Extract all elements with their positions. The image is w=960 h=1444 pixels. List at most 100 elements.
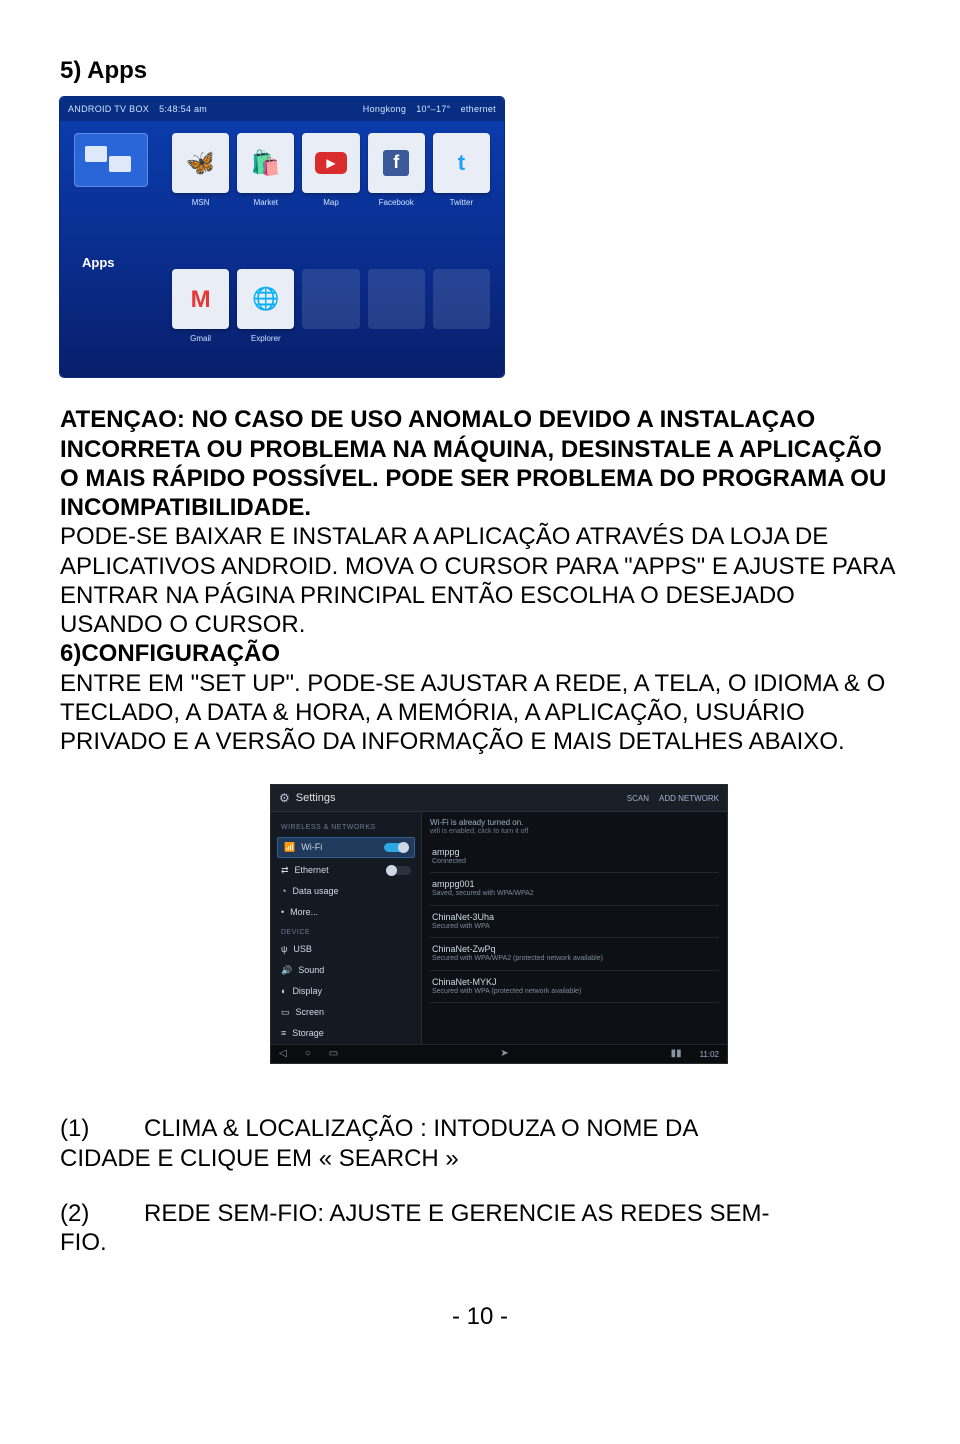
settings-item-label: Wi-Fi bbox=[301, 842, 322, 853]
more-icon: • bbox=[281, 907, 284, 918]
tile-caption: Market bbox=[237, 198, 294, 208]
add-network-button-label: ADD NETWORK bbox=[659, 794, 719, 804]
network-name: ChinaNet-MYKJ bbox=[432, 977, 717, 988]
shopping-bag-icon: 🛍️ bbox=[251, 149, 281, 178]
apps-location: Hongkong bbox=[363, 104, 406, 115]
butterfly-icon: 🦋 bbox=[183, 146, 218, 180]
wifi-network-item: ChinaNet-3UhaSecured with WPA bbox=[430, 906, 719, 939]
tile-caption: Twitter bbox=[433, 198, 490, 208]
section-heading: 5) Apps bbox=[60, 56, 900, 85]
app-tile: 🛍️Market bbox=[237, 133, 294, 193]
numbered-item-2: (2) REDE SEM-FIO: AJUSTE E GERENCIE AS R… bbox=[60, 1199, 900, 1228]
group-wireless: WIRELESS & NETWORKS bbox=[271, 818, 421, 835]
tile-caption: MSN bbox=[172, 198, 229, 208]
numbered-item-1: (1) CLIMA & LOCALIZAÇÃO : INTODUZA O NOM… bbox=[60, 1114, 900, 1143]
item2-text-start: REDE SEM-FIO: AJUSTE E GERENCIE AS REDES… bbox=[144, 1199, 900, 1228]
app-tile: 🌐Explorer bbox=[237, 269, 294, 329]
app-tile: MGmail bbox=[172, 269, 229, 329]
cursor-icon: ➤ bbox=[500, 1048, 508, 1060]
wifi-note-line1: Wi-Fi is already turned on. bbox=[430, 818, 523, 827]
config-paragraph: ENTRE EM "SET UP". PODE-SE AJUSTAR A RED… bbox=[60, 669, 900, 757]
settings-topbar: ⚙ Settings SCAN ADD NETWORK bbox=[271, 785, 727, 812]
network-detail: Secured with WPA (protected network avai… bbox=[432, 988, 717, 997]
sound-icon: 🔊 bbox=[281, 965, 292, 976]
group-device: DEVICE bbox=[271, 923, 421, 940]
app-tile: tTwitter bbox=[433, 133, 490, 193]
twitter-icon: t bbox=[458, 150, 465, 177]
app-tile bbox=[368, 269, 425, 329]
settings-item: ▭ Screen bbox=[271, 1002, 421, 1023]
settings-detail-panel: Wi-Fi is already turned on. wifi is enab… bbox=[422, 812, 727, 1046]
toggle-switch bbox=[384, 843, 408, 852]
settings-title: Settings bbox=[296, 792, 336, 805]
tile-caption: Explorer bbox=[237, 334, 294, 344]
config-heading: 6)CONFIGURAÇÃO bbox=[60, 639, 900, 668]
apps-brand: ANDROID TV BOX bbox=[68, 104, 149, 115]
apps-time: 5:48:54 am bbox=[159, 104, 207, 115]
settings-item: 🔊 Sound bbox=[271, 960, 421, 981]
usb-icon: ψ bbox=[281, 944, 287, 955]
settings-item: ◐Display bbox=[271, 981, 421, 1002]
wifi-network-item: amppgConnected bbox=[430, 841, 719, 874]
settings-item-label: Storage bbox=[292, 1028, 324, 1039]
network-name: amppg bbox=[432, 847, 717, 858]
page-number: - 10 - bbox=[60, 1302, 900, 1331]
settings-item: ◔ Data usage bbox=[271, 881, 421, 902]
app-tile: ▶Map bbox=[302, 133, 359, 193]
apps-grid: 🦋MSN🛍️Market▶MapfFacebooktTwitterMGmail🌐… bbox=[172, 133, 490, 329]
wifi-icon: 📶 bbox=[284, 842, 295, 853]
instructions-block: PODE-SE BAIXAR E INSTALAR A APLICAÇÃO AT… bbox=[60, 522, 900, 756]
network-name: ChinaNet-ZwPq bbox=[432, 944, 717, 955]
settings-item-label: Data usage bbox=[292, 886, 338, 897]
settings-item: ⇄ Ethernet bbox=[271, 860, 421, 881]
network-detail: Secured with WPA/WPA2 (protected network… bbox=[432, 955, 717, 964]
network-name: ChinaNet-3Uha bbox=[432, 912, 717, 923]
apps-category-label: Apps bbox=[82, 255, 142, 271]
scan-button-label: SCAN bbox=[627, 794, 649, 804]
item1-text-wrap: CIDADE E CLIQUE EM « SEARCH » bbox=[60, 1144, 900, 1173]
network-detail: Connected bbox=[432, 858, 717, 867]
settings-sidebar: WIRELESS & NETWORKS 📶 Wi-Fi ⇄ Ethernet ◔ Data … bbox=[271, 812, 422, 1046]
settings-item: ψ USB bbox=[271, 939, 421, 960]
install-paragraph: PODE-SE BAIXAR E INSTALAR A APLICAÇÃO AT… bbox=[60, 522, 900, 639]
apps-category-icon bbox=[74, 133, 148, 187]
network-detail: Saved, secured with WPA/WPA2 bbox=[432, 890, 717, 899]
attention-paragraph: ATENÇAO: NO CASO DE USO ANOMALO DEVIDO A… bbox=[60, 405, 900, 522]
data-icon: ◔ bbox=[281, 886, 286, 897]
app-tile bbox=[302, 269, 359, 329]
wifi-network-item: ChinaNet-ZwPqSecured with WPA/WPA2 (prot… bbox=[430, 938, 719, 971]
signal-icon: ▮▮ bbox=[671, 1048, 682, 1060]
item2-number: (2) bbox=[60, 1199, 116, 1228]
wifi-network-item: ChinaNet-MYKJSecured with WPA (protected… bbox=[430, 971, 719, 1004]
app-tile: fFacebook bbox=[368, 133, 425, 193]
display-icon: ◐ bbox=[281, 986, 286, 997]
item1-number: (1) bbox=[60, 1114, 116, 1143]
recent-icon: ▭ bbox=[329, 1048, 338, 1060]
apps-screenshot: ANDROID TV BOX 5:48:54 am Hongkong 10°–1… bbox=[60, 97, 504, 377]
facebook-icon: f bbox=[383, 150, 409, 176]
wifi-status-note: Wi-Fi is already turned on. wifi is enab… bbox=[430, 818, 719, 836]
settings-item-label: Sound bbox=[298, 965, 324, 976]
apps-temp: 10°–17° bbox=[416, 104, 450, 115]
network-detail: Secured with WPA bbox=[432, 923, 717, 932]
settings-item: ≡Storage bbox=[271, 1023, 421, 1044]
settings-item-label: More... bbox=[290, 907, 318, 918]
tile-caption: Facebook bbox=[368, 198, 425, 208]
gear-icon: ⚙ bbox=[279, 791, 290, 806]
settings-item-label: USB bbox=[293, 944, 312, 955]
tile-caption: Map bbox=[302, 198, 359, 208]
settings-item-label: Ethernet bbox=[295, 865, 329, 876]
ethernet-icon: ⇄ bbox=[281, 865, 289, 876]
tile-caption: Gmail bbox=[172, 334, 229, 344]
back-icon: ◁ bbox=[279, 1048, 287, 1060]
settings-item-label: Screen bbox=[296, 1007, 325, 1018]
statusbar-time: 11:02 bbox=[700, 1050, 719, 1060]
item1-text-start: CLIMA & LOCALIZAÇÃO : INTODUZA O NOME DA bbox=[144, 1114, 900, 1143]
screen-icon: ▭ bbox=[281, 1007, 290, 1018]
apps-net: ethernet bbox=[461, 104, 496, 115]
settings-screenshot: ⚙ Settings SCAN ADD NETWORK WIRELESS & N… bbox=[270, 784, 728, 1064]
app-tile bbox=[433, 269, 490, 329]
gmail-icon: M bbox=[191, 285, 211, 314]
toggle-switch bbox=[387, 866, 411, 875]
home-icon: ○ bbox=[305, 1048, 311, 1060]
